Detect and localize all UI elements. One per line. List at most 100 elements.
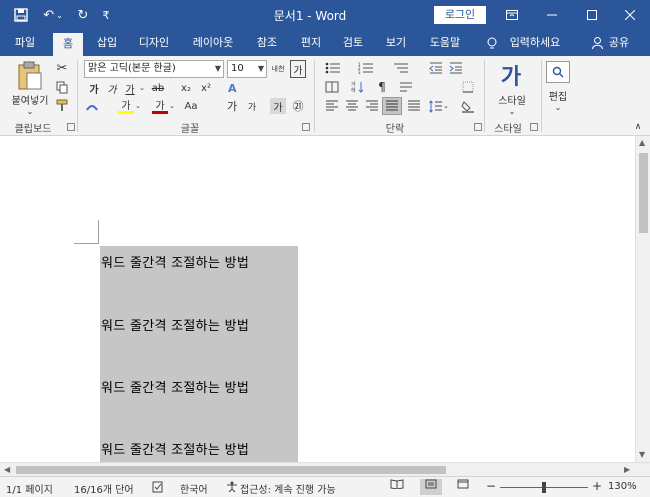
subscript-button[interactable]: x₂: [178, 80, 194, 96]
paste-icon[interactable]: [14, 60, 46, 92]
tab-references[interactable]: 참조: [250, 30, 284, 56]
strikethrough-button[interactable]: ab: [148, 80, 168, 96]
editing-button[interactable]: 편집: [542, 88, 574, 103]
share-button[interactable]: 공유: [606, 30, 632, 56]
chevron-down-icon[interactable]: ▼: [215, 61, 221, 77]
maximize-icon[interactable]: [572, 0, 612, 30]
align-left-icon[interactable]: [324, 98, 340, 114]
increase-indent-icon[interactable]: [448, 61, 464, 75]
chevron-down-icon[interactable]: ⌄: [548, 102, 568, 112]
enclose-characters-button[interactable]: ㉑: [290, 98, 306, 114]
styles-gallery-icon[interactable]: 가: [496, 60, 526, 90]
chevron-down-icon[interactable]: ⌄: [442, 98, 450, 114]
tab-home[interactable]: 홈: [53, 33, 83, 56]
phonetic-guide-button[interactable]: 내천: [270, 60, 286, 78]
tab-view[interactable]: 보기: [380, 30, 412, 56]
chevron-down-icon[interactable]: ⌄: [502, 106, 522, 116]
document-canvas[interactable]: 워드 줄간격 조절하는 방법 워드 줄간격 조절하는 방법 워드 줄간격 조절하…: [0, 136, 635, 462]
copy-icon[interactable]: [54, 79, 70, 95]
scroll-right-icon[interactable]: ▶: [624, 465, 630, 474]
align-right-icon[interactable]: [364, 98, 380, 114]
change-case-button[interactable]: Aa: [180, 98, 202, 114]
text-effects-dropdown-icon[interactable]: [84, 98, 100, 116]
horizontal-scrollbar[interactable]: ◀ ▶: [0, 462, 650, 476]
clipboard-launcher-icon[interactable]: [67, 123, 75, 131]
bullets-icon[interactable]: [322, 61, 344, 75]
font-size-combo[interactable]: 10 ▼: [227, 60, 267, 78]
multilevel-list-icon[interactable]: [390, 61, 412, 75]
scroll-up-icon[interactable]: ▲: [639, 138, 645, 147]
character-border-button[interactable]: 가: [290, 60, 306, 78]
borders-icon[interactable]: [460, 80, 476, 94]
zoom-level[interactable]: 130%: [608, 481, 637, 492]
tab-mailings[interactable]: 편지: [295, 30, 327, 56]
character-shading-button[interactable]: 가: [270, 98, 286, 114]
document-line[interactable]: 워드 줄간격 조절하는 방법: [101, 315, 249, 334]
decrease-indent-icon[interactable]: [428, 61, 444, 75]
accessibility-status[interactable]: 접근성: 계속 진행 가능: [240, 481, 336, 496]
save-icon[interactable]: [10, 0, 32, 30]
cut-icon[interactable]: ✂: [54, 60, 70, 76]
scroll-left-icon[interactable]: ◀: [4, 465, 10, 474]
vertical-scroll-thumb[interactable]: [639, 153, 648, 233]
font-launcher-icon[interactable]: [302, 123, 310, 131]
zoom-slider-thumb[interactable]: [542, 482, 546, 493]
close-icon[interactable]: [610, 0, 650, 30]
superscript-button[interactable]: x²: [198, 80, 214, 96]
collapse-ribbon-icon[interactable]: ∧: [632, 122, 644, 132]
grow-font-button[interactable]: 가: [224, 98, 240, 114]
paste-dropdown-icon[interactable]: ⌄: [20, 106, 40, 116]
tab-insert[interactable]: 삽입: [91, 30, 123, 56]
document-line[interactable]: 워드 줄간격 조절하는 방법: [101, 252, 249, 271]
web-layout-icon[interactable]: [452, 479, 474, 495]
chevron-down-icon[interactable]: ⌄: [134, 98, 142, 114]
document-line[interactable]: 워드 줄간격 조절하는 방법: [101, 377, 249, 396]
read-mode-icon[interactable]: [386, 479, 408, 495]
find-icon[interactable]: [546, 61, 570, 83]
chevron-down-icon[interactable]: ⌄: [138, 80, 146, 96]
accessibility-icon[interactable]: [226, 481, 238, 496]
chevron-down-icon[interactable]: ⌄: [168, 98, 176, 114]
bold-button[interactable]: 가: [86, 80, 102, 96]
print-layout-icon[interactable]: [420, 479, 442, 495]
numbering-icon[interactable]: 123: [355, 61, 377, 75]
tab-help[interactable]: 도움말: [423, 30, 467, 56]
text-effects-icon[interactable]: A: [226, 80, 242, 96]
font-color-button[interactable]: 가: [152, 98, 168, 114]
distributed-icon[interactable]: [406, 98, 422, 114]
italic-button[interactable]: 가: [104, 80, 120, 96]
undo-icon[interactable]: ↶ ⌄: [38, 0, 68, 30]
zoom-out-button[interactable]: −: [486, 479, 496, 493]
horizontal-scroll-thumb[interactable]: [16, 466, 446, 474]
asian-typography-icon[interactable]: [398, 80, 414, 94]
align-center-icon[interactable]: [344, 98, 360, 114]
paste-button[interactable]: 붙여넣기: [6, 92, 54, 107]
ribbon-display-options-icon[interactable]: [492, 0, 532, 30]
zoom-in-button[interactable]: +: [592, 479, 602, 493]
format-painter-icon[interactable]: [54, 97, 70, 113]
underline-button[interactable]: 가: [122, 80, 138, 96]
chevron-down-icon[interactable]: ▼: [258, 61, 264, 77]
customize-quick-access-icon[interactable]: ₹: [98, 0, 114, 30]
language-indicator[interactable]: 한국어: [180, 481, 208, 496]
font-name-combo[interactable]: 맑은 고딕(본문 한글) ▼: [84, 60, 224, 78]
justify-icon[interactable]: [382, 97, 402, 115]
tab-review[interactable]: 검토: [337, 30, 369, 56]
scroll-down-icon[interactable]: ▼: [639, 450, 645, 459]
minimize-icon[interactable]: [532, 0, 572, 30]
tab-design[interactable]: 디자인: [133, 30, 175, 56]
redo-icon[interactable]: ↻: [74, 0, 92, 30]
styles-button[interactable]: 스타일: [492, 92, 532, 107]
shading-icon[interactable]: [460, 98, 476, 114]
east-asian-layout-icon[interactable]: [324, 80, 340, 94]
highlight-button[interactable]: 가: [118, 98, 134, 114]
proofing-icon[interactable]: [152, 481, 164, 496]
paragraph-launcher-icon[interactable]: [474, 123, 482, 131]
styles-launcher-icon[interactable]: [530, 123, 538, 131]
document-line[interactable]: 워드 줄간격 조절하는 방법: [101, 439, 249, 458]
vertical-scrollbar[interactable]: ▲ ▼: [635, 136, 650, 462]
login-button[interactable]: 로그인: [434, 6, 486, 24]
tab-layout[interactable]: 레이아웃: [188, 30, 238, 56]
page-count[interactable]: 1/1 페이지: [6, 481, 53, 496]
user-icon[interactable]: [590, 30, 604, 56]
